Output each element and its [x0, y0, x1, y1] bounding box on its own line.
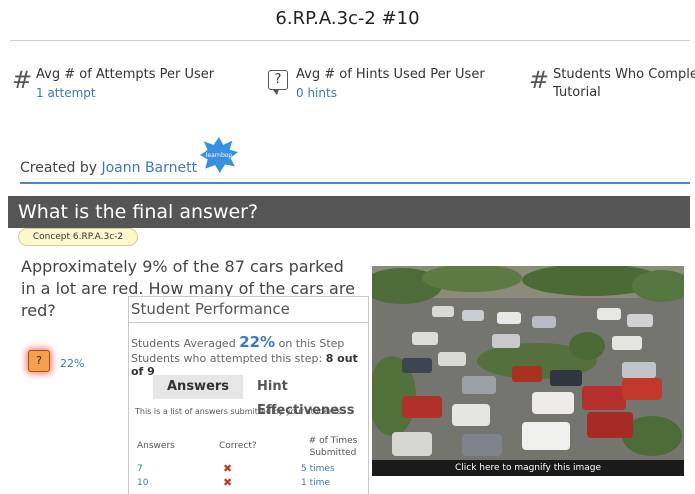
col-times: # of Times Submitted — [308, 436, 358, 458]
row-times[interactable]: 1 time — [301, 478, 330, 488]
hash-icon: # — [529, 66, 550, 94]
stat-hints-value[interactable]: 0 hints — [296, 84, 485, 102]
stat-completed: # Students Who Complet Tutorial — [529, 66, 695, 102]
creator-divider — [20, 182, 690, 184]
tab-hint-effectiveness[interactable]: Hint Effectiveness — [243, 375, 368, 418]
average-value: 22% — [239, 333, 276, 351]
stat-attempts-label: Avg # of Attempts Per User — [36, 67, 215, 82]
stat-completed-label: Students Who Complet Tutorial — [553, 67, 695, 100]
panel-title: Student Performance — [131, 300, 290, 318]
row-times[interactable]: 5 times — [301, 464, 335, 474]
tab-answers[interactable]: Answers — [153, 375, 244, 399]
logo-text: learnbop — [205, 151, 233, 159]
average-suffix: on this Step — [278, 337, 345, 350]
average-line: Students Averaged 22% on this Step — [131, 333, 368, 351]
attempted-prefix: Students who attempted this step: — [131, 352, 323, 365]
question-header: What is the final answer? — [8, 196, 690, 228]
title-divider — [10, 40, 690, 41]
student-performance-panel: Student Performance Students Averaged 22… — [128, 296, 369, 494]
hint-percent[interactable]: 22% — [60, 357, 84, 370]
panel-divider — [129, 322, 368, 323]
incorrect-icon: ✖ — [223, 462, 233, 475]
concept-badge[interactable]: Concept 6.RP.A.3c-2 — [18, 228, 138, 246]
stat-hints-label: Avg # of Hints Used Per User — [296, 67, 485, 82]
stat-attempts-value[interactable]: 1 attempt — [36, 84, 214, 102]
performance-tabs: Answers Hint Effectiveness — [153, 375, 368, 418]
question-bubble-icon: ? — [268, 70, 288, 95]
hint-button[interactable]: ? — [28, 350, 50, 372]
answers-description: This is a list of answers submitted by y… — [135, 407, 344, 416]
row-answer[interactable]: 7 — [137, 464, 143, 474]
stat-attempts: # Avg # of Attempts Per User 1 attempt — [12, 66, 214, 102]
col-answers: Answers — [137, 441, 175, 451]
created-by-prefix: Created by — [20, 160, 98, 176]
parking-lot-image[interactable] — [372, 266, 684, 460]
row-answer[interactable]: 10 — [137, 478, 148, 488]
created-by: Created by Joann Barnett — [20, 160, 197, 176]
average-prefix: Students Averaged — [131, 337, 236, 350]
col-correct: Correct? — [219, 441, 257, 451]
hash-icon: # — [12, 66, 33, 94]
page-title: 6.RP.A.3c-2 #10 — [275, 8, 420, 29]
author-link[interactable]: Joann Barnett — [101, 160, 197, 176]
incorrect-icon: ✖ — [223, 476, 233, 489]
stat-hints: ? Avg # of Hints Used Per User 0 hints — [268, 66, 485, 102]
magnify-caption[interactable]: Click here to magnify this image — [372, 460, 684, 476]
learnbop-logo: learnbop — [200, 137, 238, 173]
parking-lot-photo — [372, 266, 684, 460]
